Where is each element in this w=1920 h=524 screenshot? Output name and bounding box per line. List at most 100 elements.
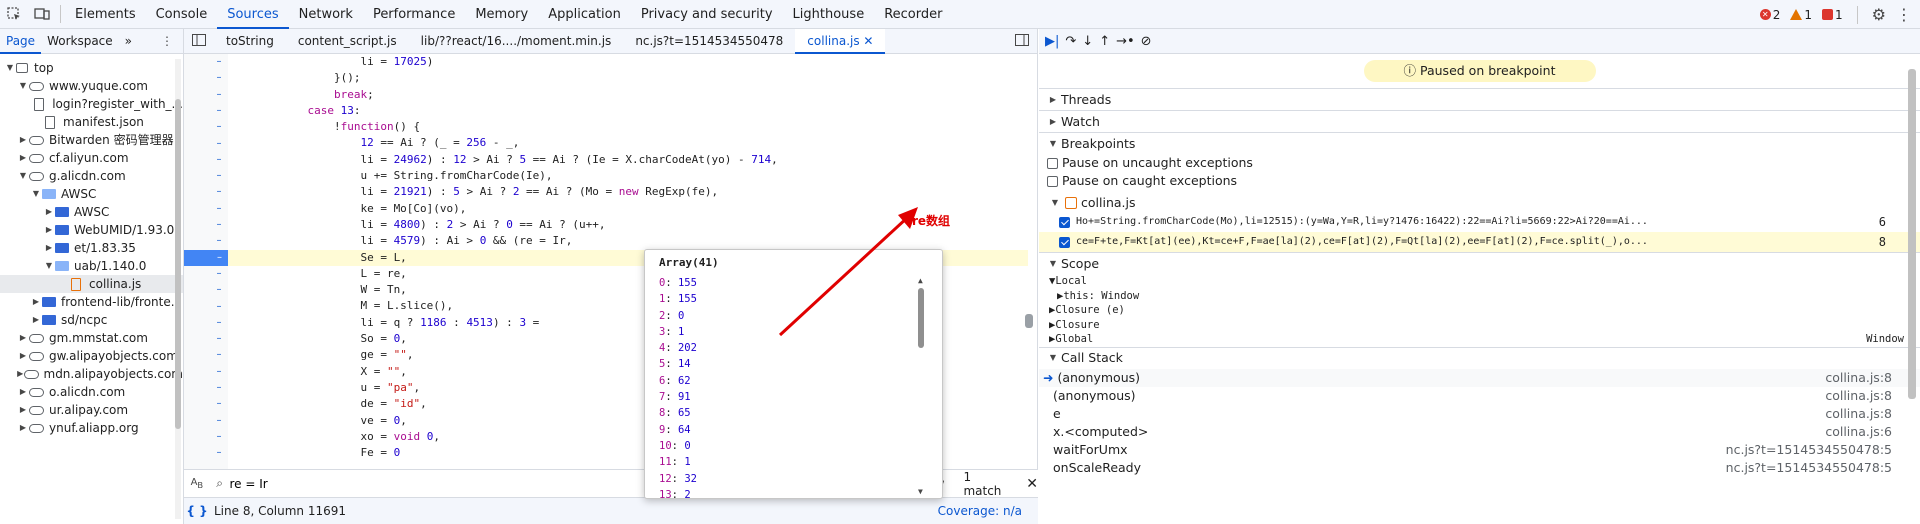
toggle-navigator-icon[interactable] — [184, 33, 214, 49]
tab-memory[interactable]: Memory — [465, 0, 538, 29]
tab-elements[interactable]: Elements — [65, 0, 146, 29]
line-marker[interactable]: – — [210, 299, 228, 315]
array-entry[interactable]: 5: 14 — [645, 356, 942, 372]
tab-sources[interactable]: Sources — [217, 0, 289, 29]
scroll-down-icon[interactable]: ▼ — [918, 487, 923, 496]
line-marker[interactable]: – — [210, 315, 228, 331]
line-marker[interactable]: – — [210, 119, 228, 135]
tree-item[interactable]: ▼ uab/1.140.0 — [0, 257, 183, 275]
resume-icon[interactable]: ▶| — [1045, 34, 1059, 49]
tree-item[interactable]: ▶ mdn.alipayobjects.com — [0, 365, 183, 383]
array-entry[interactable]: 11: 1 — [645, 454, 942, 470]
scrollbar-thumb[interactable] — [1908, 69, 1916, 399]
step-out-icon[interactable]: ↑ — [1099, 34, 1110, 49]
array-entry[interactable]: 6: 62 — [645, 373, 942, 389]
breakpoint-marker[interactable]: – — [184, 249, 228, 266]
device-toolbar-icon[interactable] — [28, 0, 56, 28]
call-frame-location[interactable]: nc.js?t=1514534550478:5 — [1726, 459, 1892, 477]
tab-performance[interactable]: Performance — [363, 0, 465, 29]
more-tabs-icon[interactable]: » — [119, 29, 138, 54]
line-marker[interactable]: – — [210, 54, 228, 70]
replace-toggle-icon[interactable]: AB — [184, 477, 210, 490]
issues-count-badge[interactable]: 1 — [1822, 8, 1843, 22]
breakpoint-item[interactable]: ce=F+te,F=Kt[at](ee),Kt=ce+F,F=ae[la](2)… — [1039, 232, 1920, 252]
tree-item[interactable]: ▶ WebUMID/1.93.0 — [0, 221, 183, 239]
line-marker[interactable]: – — [210, 87, 228, 103]
tab-workspace[interactable]: Workspace — [41, 29, 119, 54]
tree-item[interactable]: ▶ et/1.83.35 — [0, 239, 183, 257]
chevron-down-icon[interactable]: ▼ — [17, 167, 29, 185]
array-entry[interactable]: 13: 2 — [645, 487, 942, 503]
scope-item[interactable]: ▶ Closure — [1039, 318, 1920, 333]
call-frame-location[interactable]: collina.js:8 — [1825, 405, 1892, 423]
array-entry[interactable]: 12: 32 — [645, 471, 942, 487]
array-entry[interactable]: 4: 202 — [645, 340, 942, 356]
line-marker[interactable]: – — [210, 429, 228, 445]
call-frame-location[interactable]: collina.js:8 — [1825, 387, 1892, 405]
chevron-down-icon[interactable]: ▼ — [17, 77, 29, 95]
tab-network[interactable]: Network — [289, 0, 363, 29]
array-entry[interactable]: 7: 91 — [645, 389, 942, 405]
tree-item[interactable]: manifest.json — [0, 113, 183, 131]
toggle-debugger-icon[interactable] — [1007, 33, 1037, 49]
tab-recorder[interactable]: Recorder — [874, 0, 952, 29]
step-into-icon[interactable]: ↓ — [1082, 34, 1093, 49]
breakpoint-checkbox[interactable] — [1059, 216, 1070, 228]
coverage-status[interactable]: Coverage: n/a — [938, 504, 1022, 518]
chevron-right-icon[interactable]: ▶ — [17, 419, 29, 437]
call-frame[interactable]: e collina.js:8 — [1039, 405, 1920, 423]
file-tab[interactable]: collina.js ✕ — [795, 28, 886, 54]
call-frame[interactable]: ➜ (anonymous) collina.js:8 — [1039, 368, 1920, 387]
tree-item[interactable]: ▼ g.alicdn.com — [0, 167, 183, 185]
line-gutter[interactable]: – – – – – – – – – – – – – – – – – – – – – – – – – — [184, 54, 228, 469]
tree-item[interactable]: ▼ www.yuque.com — [0, 77, 183, 95]
breakpoint-file-group[interactable]: ▼ collina.js — [1039, 194, 1920, 212]
tree-item[interactable]: ▶ sd/ncpc — [0, 311, 183, 329]
chevron-right-icon[interactable]: ▶ — [43, 221, 55, 239]
call-frame[interactable]: x.<computed> collina.js:6 — [1039, 423, 1920, 441]
pretty-print-icon[interactable]: { } — [184, 504, 210, 518]
chevron-right-icon[interactable]: ▶ — [17, 365, 24, 383]
warning-count-badge[interactable]: 1 — [1790, 8, 1812, 22]
line-marker[interactable]: – — [210, 168, 228, 184]
pause-caught-row[interactable]: Pause on caught exceptions — [1039, 172, 1920, 190]
line-marker[interactable]: – — [210, 396, 228, 412]
code-line[interactable]: li = 24962) : 12 > Ai ? 5 == Ai ? (Ie = … — [228, 152, 1028, 168]
navigator-scrollbar[interactable] — [175, 59, 181, 519]
line-marker[interactable]: – — [210, 331, 228, 347]
tab-privacy-and-security[interactable]: Privacy and security — [631, 0, 783, 29]
line-marker[interactable]: – — [210, 347, 228, 363]
line-marker[interactable]: – — [210, 217, 228, 233]
chevron-right-icon[interactable]: ▶ — [30, 293, 42, 311]
tree-item[interactable]: ▼ top — [0, 59, 183, 77]
code-line[interactable]: case 13: — [228, 103, 1028, 119]
call-frame[interactable]: waitForUmx nc.js?t=1514534550478:5 — [1039, 441, 1920, 459]
more-options-icon[interactable]: ⋮ — [1896, 5, 1912, 24]
tree-item[interactable]: ▶ o.alicdn.com — [0, 383, 183, 401]
chevron-right-icon[interactable]: ▶ — [17, 131, 29, 149]
line-marker[interactable]: – — [210, 70, 228, 86]
chevron-right-icon[interactable]: ▶ — [43, 239, 55, 257]
scope-item[interactable]: ▶ this: Window — [1039, 289, 1920, 304]
inspect-element-icon[interactable] — [0, 0, 28, 28]
tree-item[interactable]: ▶ cf.aliyun.com — [0, 149, 183, 167]
line-marker[interactable]: – — [210, 413, 228, 429]
code-line[interactable]: !function() { — [228, 119, 1028, 135]
code-line[interactable]: }(); — [228, 70, 1028, 86]
close-search-icon[interactable]: ✕ — [1026, 476, 1038, 492]
tree-item[interactable]: ▶ gm.mmstat.com — [0, 329, 183, 347]
tree-item[interactable]: ▶ ur.alipay.com — [0, 401, 183, 419]
settings-gear-icon[interactable]: ⚙ — [1872, 5, 1886, 24]
call-frame-location[interactable]: nc.js?t=1514534550478:5 — [1726, 441, 1892, 459]
line-marker[interactable]: – — [210, 136, 228, 152]
code-line[interactable]: li = 17025) — [228, 54, 1028, 70]
pause-uncaught-row[interactable]: Pause on uncaught exceptions — [1039, 154, 1920, 172]
chevron-down-icon[interactable]: ▼ — [43, 257, 55, 275]
line-marker[interactable]: – — [210, 201, 228, 217]
pause-uncaught-checkbox[interactable] — [1047, 157, 1058, 169]
call-frame-location[interactable]: collina.js:6 — [1825, 423, 1892, 441]
file-tab[interactable]: nc.js?t=1514534550478 — [623, 29, 795, 54]
scope-item[interactable]: ▶ Global Window — [1039, 332, 1920, 347]
code-line[interactable]: li = 21921) : 5 > Ai ? 2 == Ai ? (Mo = n… — [228, 184, 1028, 200]
tab-console[interactable]: Console — [146, 0, 218, 29]
